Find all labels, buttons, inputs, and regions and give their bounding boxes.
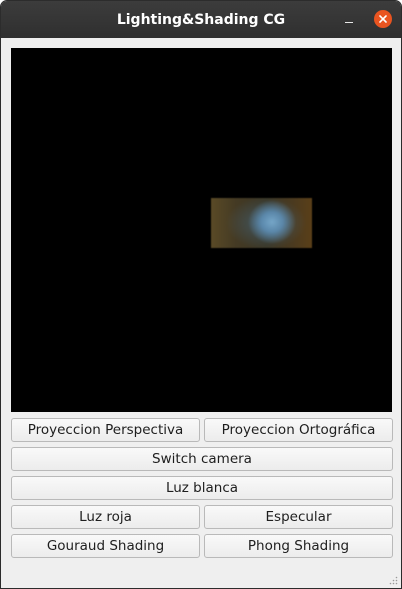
red-light-button[interactable]: Luz roja <box>11 505 200 529</box>
white-light-button[interactable]: Luz blanca <box>11 476 393 500</box>
specular-button[interactable]: Especular <box>204 505 393 529</box>
perspective-projection-button[interactable]: Proyeccion Perspectiva <box>11 418 200 442</box>
resize-grip-icon[interactable] <box>389 576 398 585</box>
close-icon[interactable] <box>374 10 392 28</box>
minimize-icon[interactable] <box>339 11 359 29</box>
switch-camera-button[interactable]: Switch camera <box>11 447 393 471</box>
title-bar[interactable]: Lighting&Shading CG <box>1 1 401 38</box>
rendered-sphere-quad <box>211 198 312 248</box>
orthographic-projection-button[interactable]: Proyeccion Ortográfica <box>204 418 393 442</box>
phong-shading-button[interactable]: Phong Shading <box>204 534 393 558</box>
gouraud-shading-button[interactable]: Gouraud Shading <box>11 534 200 558</box>
app-window: Lighting&Shading CG Proyeccion Perspecti… <box>0 0 402 589</box>
opengl-viewport[interactable] <box>11 48 392 412</box>
